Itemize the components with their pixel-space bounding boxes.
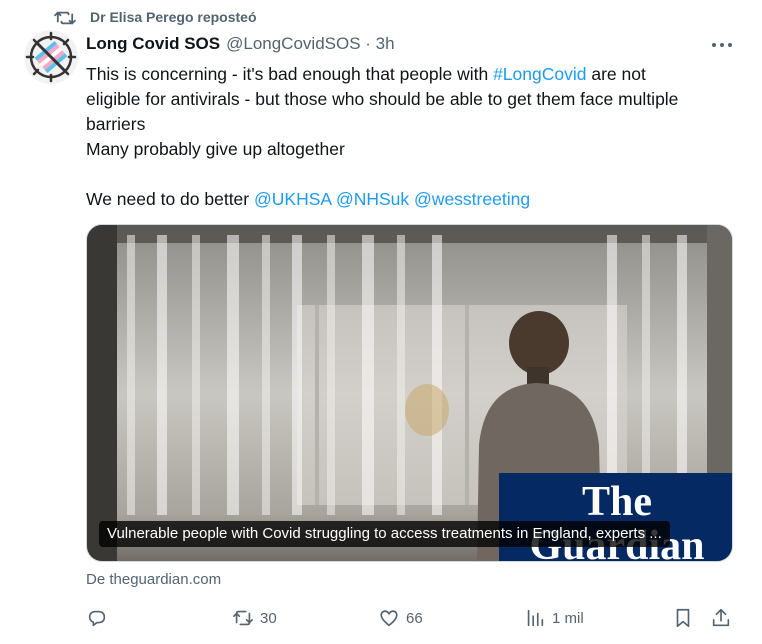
- mention-link[interactable]: @NHSuk: [336, 189, 409, 209]
- tweet-header: Long Covid SOS @LongCovidSOS · 3h: [86, 34, 395, 56]
- text-segment: are not: [586, 64, 646, 84]
- views-icon: [527, 609, 544, 627]
- author-handle-time[interactable]: @LongCovidSOS · 3h: [226, 34, 394, 54]
- card-source[interactable]: De theguardian.com: [86, 571, 221, 588]
- repost-count: 30: [260, 609, 277, 627]
- bookmark-button[interactable]: [672, 604, 694, 632]
- views-count: 1 mil: [552, 609, 584, 627]
- action-bar: 30 66 1 mil: [86, 604, 736, 632]
- like-button[interactable]: 66: [378, 604, 423, 632]
- avatar[interactable]: [24, 30, 78, 84]
- share-icon: [712, 608, 730, 627]
- author-display-name[interactable]: Long Covid SOS: [86, 34, 220, 54]
- guardian-logo-line1: The: [582, 479, 652, 525]
- tweet-line-4: Many probably give up altogether: [86, 139, 345, 159]
- hashtag-link[interactable]: #LongCovid: [493, 64, 586, 84]
- repost-icon: [233, 610, 253, 626]
- more-icon[interactable]: [710, 36, 734, 54]
- mention-link[interactable]: @UKHSA: [254, 189, 331, 209]
- like-icon: [380, 610, 398, 627]
- text-segment: We need to do better: [86, 189, 254, 209]
- views-button[interactable]: 1 mil: [524, 604, 584, 632]
- tweet-line-1: This is concerning - it's bad enough tha…: [86, 62, 746, 87]
- tweet-line-2: eligible for antivirals - but those who …: [86, 89, 679, 109]
- avatar-image: [24, 30, 78, 84]
- like-count: 66: [406, 609, 423, 627]
- repost-icon: [54, 11, 76, 25]
- card-title[interactable]: Vulnerable people with Covid struggling …: [99, 521, 670, 547]
- text-segment: This is concerning - it's bad enough tha…: [86, 64, 494, 84]
- tweet-line-3: barriers: [86, 114, 146, 134]
- window-curtain-photo: The Guardian: [87, 225, 732, 561]
- mention-link[interactable]: @wesstreeting: [414, 189, 530, 209]
- reply-icon: [88, 610, 106, 627]
- bookmark-icon: [676, 608, 690, 628]
- tweet-line-6: We need to do better @UKHSA @NHSuk @wess…: [86, 187, 746, 212]
- repost-button[interactable]: 30: [232, 604, 277, 632]
- share-button[interactable]: [710, 604, 732, 632]
- reply-button[interactable]: [86, 604, 114, 632]
- link-card-image[interactable]: The Guardian Vulnerable people with Covi…: [86, 224, 733, 562]
- tweet-text: This is concerning - it's bad enough tha…: [86, 62, 746, 212]
- repost-label[interactable]: Dr Elisa Perego reposteó: [90, 9, 257, 25]
